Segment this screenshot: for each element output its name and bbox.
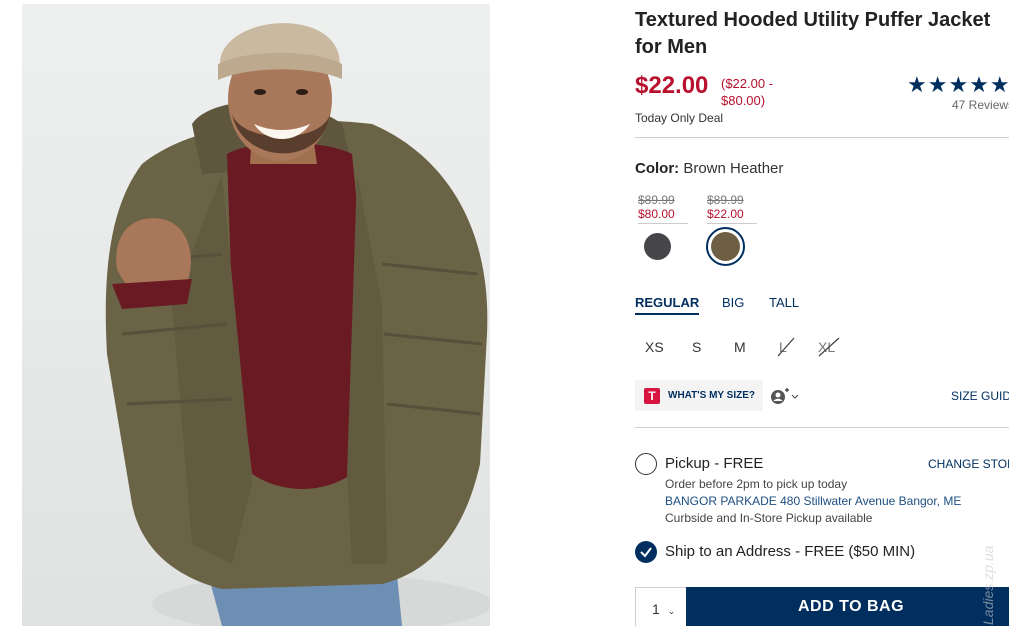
pickup-radio[interactable] (635, 453, 657, 475)
product-details-panel: Textured Hooded Utility Puffer Jacket fo… (635, 0, 1009, 626)
watermark: Ladies.zp.ua (980, 545, 996, 625)
unavailable-slash-icon (777, 337, 795, 357)
deal-label: Today Only Deal (635, 111, 724, 125)
color-swatch-charcoal[interactable] (644, 233, 671, 260)
product-photo-illustration (105, 23, 490, 626)
add-to-bag-button[interactable]: ADD TO BAG (686, 587, 1009, 626)
size-m[interactable]: M (734, 339, 746, 355)
chevron-down-icon: ⌄ (667, 606, 676, 616)
product-image[interactable] (22, 4, 490, 626)
pickup-cutoff-note: Order before 2pm to pick up today (665, 477, 848, 491)
tab-regular[interactable]: REGULAR (635, 295, 700, 315)
price-range: ($22.00 - $80.00) (721, 76, 774, 108)
swatch-sale-price: $22.00 (707, 207, 744, 221)
reviews-link[interactable]: 47 Reviews (952, 98, 1009, 112)
true-fit-logo-icon: T (644, 388, 660, 404)
size-l-unavailable[interactable]: L (777, 337, 795, 357)
quantity-select[interactable]: 1 ⌄ (635, 587, 687, 626)
swatch-fill (711, 232, 740, 261)
swatch-old-price: $89.99 (707, 193, 744, 207)
product-title: Textured Hooded Utility Puffer Jacket fo… (635, 9, 991, 58)
swatch-sale-price: $80.00 (638, 207, 675, 221)
store-address[interactable]: BANGOR PARKADE 480 Stillwater Avenue Ban… (665, 494, 961, 508)
sale-price: $22.00 (635, 72, 709, 99)
size-guide-link[interactable]: SIZE GUIDE (951, 389, 1009, 403)
swatch-old-price: $89.99 (638, 193, 675, 207)
size-xl-unavailable[interactable]: XL (818, 337, 840, 357)
divider (635, 427, 1009, 428)
rating-stars[interactable]: ★★★★★ (907, 72, 1009, 98)
ship-radio[interactable] (635, 541, 657, 563)
color-label-row: Color: Brown Heather (635, 160, 783, 177)
size-xs[interactable]: XS (645, 339, 664, 355)
color-label: Color: (635, 160, 680, 177)
whats-my-size-button[interactable]: T WHAT'S MY SIZE? (635, 380, 763, 411)
tab-tall[interactable]: TALL (769, 295, 799, 310)
unavailable-slash-icon (818, 337, 840, 357)
size-s[interactable]: S (692, 339, 701, 355)
divider (635, 137, 1009, 138)
swatch-price-charcoal: $89.99 $80.00 (638, 193, 688, 224)
user-profile-icon[interactable] (770, 387, 802, 405)
change-store-link[interactable]: CHANGE STORE (928, 457, 1009, 471)
swatch-price-brown-heather: $89.99 $22.00 (707, 193, 757, 224)
color-swatch-brown-heather[interactable] (706, 227, 745, 266)
ship-title: Ship to an Address - FREE ($50 MIN) (665, 543, 916, 560)
pickup-title: Pickup - FREE (665, 455, 764, 472)
whats-my-size-label: WHAT'S MY SIZE? (668, 390, 756, 401)
checkmark-icon (640, 547, 652, 558)
curbside-note: Curbside and In-Store Pickup available (665, 511, 873, 525)
quantity-value: 1 (652, 601, 660, 617)
tab-big[interactable]: BIG (722, 295, 744, 310)
selected-color-name: Brown Heather (683, 160, 784, 177)
